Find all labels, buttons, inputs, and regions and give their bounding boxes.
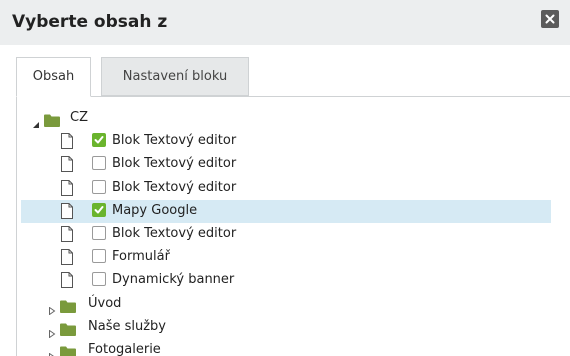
tree-node-root[interactable]: CZ [17,107,551,130]
dialog-header: Vyberte obsah z [0,0,570,45]
collapsed-arrow-icon[interactable] [48,323,56,339]
collapsed-arrow-icon[interactable] [48,346,56,356]
block-checkbox[interactable] [92,249,106,264]
tree-node-block[interactable]: Blok Textový editor [21,177,551,200]
tab-obsah[interactable]: Obsah [16,57,91,97]
tree-node-label: CZ [70,110,88,125]
folder-icon [60,298,76,313]
tree-node-label: Blok Textový editor [112,133,237,149]
block-checkbox[interactable] [92,202,106,217]
tree-node-block[interactable]: Dynamický banner [21,269,551,292]
block-checkbox[interactable] [92,133,106,148]
page-icon [61,156,73,173]
dialog-title: Vyberte obsah z [12,12,168,32]
tree-panel: CZ Blok Textový editor Blok Textový editor… [16,96,570,356]
tree-node-label: Mapy Google [112,202,198,218]
tree-node-folder[interactable]: Úvod [17,293,551,316]
folder-icon [44,112,60,127]
tree-node-block[interactable]: Blok Textový editor [21,130,551,153]
tree-node-label: Naše služby [88,318,166,334]
tree-node-block[interactable]: Blok Textový editor [21,153,551,176]
close-button[interactable] [541,10,559,28]
tree-node-label: Blok Textový editor [112,179,237,195]
page-icon [61,179,73,196]
folder-icon [60,321,76,336]
folder-icon [60,344,76,356]
tree-node-label: Dynamický banner [112,272,235,288]
collapsed-arrow-icon[interactable] [48,300,56,316]
tree-node-label: Blok Textový editor [112,156,237,172]
tree-node-label: Fotogalerie [88,342,161,356]
block-checkbox[interactable] [92,272,106,287]
page-icon [61,202,73,219]
tree-node-folder[interactable]: Naše služby [17,316,551,339]
tab-nastaveni-bloku[interactable]: Nastavení bloku [101,57,249,96]
tree-node-label: Úvod [88,295,122,311]
block-checkbox[interactable] [92,156,106,171]
tree-node-folder[interactable]: Fotogalerie [17,339,551,356]
page-icon [61,272,73,289]
page-icon [61,249,73,266]
tree-node-block[interactable]: Mapy Google [21,199,551,223]
tree-node-label: Blok Textový editor [112,226,237,241]
page-icon [61,226,73,242]
expanded-arrow-icon[interactable] [32,114,40,128]
page-icon [61,133,73,150]
close-icon [545,14,555,24]
block-checkbox[interactable] [92,179,106,194]
tree-node-label: Formulář [112,249,170,265]
tree-node-block[interactable]: Formulář [21,246,551,269]
content-picker-dialog: Vyberte obsah z Obsah Nastavení bloku CZ… [0,0,570,356]
block-checkbox[interactable] [92,226,106,240]
tree-node-block[interactable]: Blok Textový editor [21,223,551,246]
